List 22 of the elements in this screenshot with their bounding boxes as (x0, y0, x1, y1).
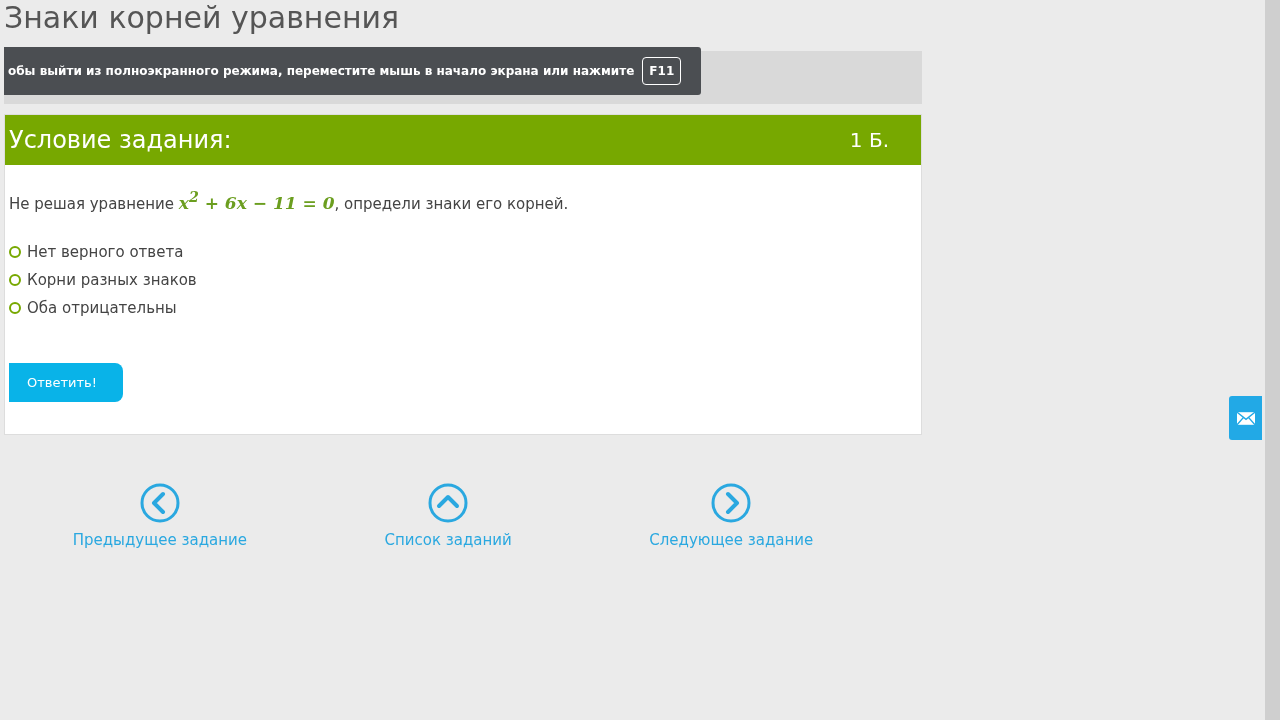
page-title: Знаки корней уравнения (4, 0, 401, 37)
radio-button[interactable] (9, 301, 21, 314)
nav-link[interactable]: Предыдущее задание (72, 482, 248, 549)
key-badge: F11 (642, 57, 682, 85)
chevron-right-icon (711, 482, 752, 523)
answer-option[interactable]: Нет верного ответа (9, 242, 184, 261)
radio-button[interactable] (9, 273, 21, 286)
answer-option[interactable]: Корни разных знаков (9, 270, 197, 289)
question-text: Не решая уравнение x$^{2}$ + 6x − 11 = 0, определи знаки его корней. (9, 189, 570, 213)
task-heading: Условие задания: (9, 126, 232, 154)
mail-button[interactable] (1229, 396, 1262, 440)
answer-option[interactable]: Оба отрицательны (9, 298, 177, 317)
scrollbar[interactable] (1265, 0, 1280, 720)
envelope-icon (1236, 411, 1255, 425)
tooltip-text: обы выйти из полноэкранного режима, переместите мышь в начало экрана или нажмите (8, 64, 635, 78)
radio-button[interactable] (9, 245, 21, 258)
nav-link[interactable]: Следующее задание (649, 482, 814, 549)
chevron-left-icon (139, 482, 180, 523)
task-points: 1 Б. (849, 128, 889, 152)
nav-link[interactable]: Список заданий (384, 482, 512, 549)
submit-button[interactable]: Ответить! (9, 362, 123, 402)
chevron-up-icon (428, 482, 469, 523)
